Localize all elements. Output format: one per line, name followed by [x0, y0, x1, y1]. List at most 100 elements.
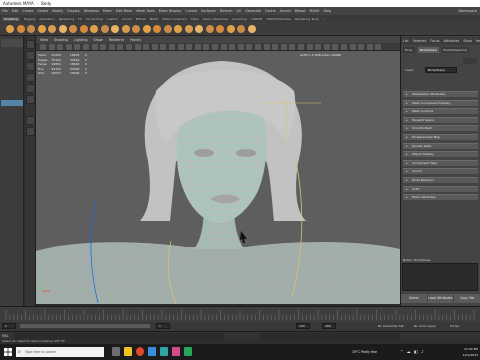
system-tray-icons[interactable]: ⌃ ☁ ◧ ♪: [400, 349, 425, 354]
viewport-toolbar-icon[interactable]: [186, 44, 193, 50]
viewport-toolbar-icon[interactable]: [255, 44, 261, 50]
workspace-selector[interactable]: Workspace: [458, 9, 480, 13]
ae-section-header[interactable]: Extra Attributes: [403, 194, 478, 201]
shelf-tab[interactable]: Arnold: [122, 17, 132, 21]
ae-menu-item[interactable]: Focus: [430, 39, 439, 43]
menu-item[interactable]: File: [2, 9, 8, 13]
viewport-toolbar-icon[interactable]: [280, 44, 287, 50]
sculpt-brush-icon[interactable]: [58, 25, 67, 33]
ae-menu-item[interactable]: Attributes: [444, 39, 460, 43]
store-icon[interactable]: [148, 347, 156, 356]
viewport-toolbar-icon[interactable]: [375, 44, 382, 50]
sculpt-brush-icon[interactable]: [247, 25, 256, 33]
ae-menu-item[interactable]: List: [403, 39, 409, 43]
viewport-toolbar-icon[interactable]: [298, 44, 304, 50]
task-view-icon[interactable]: [112, 347, 120, 356]
ae-button[interactable]: Copy Tab: [454, 294, 480, 303]
menu-item[interactable]: Modify: [52, 9, 63, 13]
maya-taskbar-icon[interactable]: [160, 347, 168, 356]
rotate-tool-icon[interactable]: [26, 84, 35, 93]
shelf-tab[interactable]: FX Caching: [86, 17, 103, 21]
layout-single-icon[interactable]: [26, 116, 35, 125]
viewport-toolbar-icon[interactable]: [108, 44, 115, 50]
start-frame-field[interactable]: 1: [2, 323, 16, 329]
sculpt-brush-icon[interactable]: [163, 25, 172, 33]
menu-item[interactable]: Edit Mesh: [116, 9, 133, 13]
viewport-toolbar-icon[interactable]: [100, 44, 107, 50]
sculpt-brush-icon[interactable]: [100, 25, 109, 33]
shelf-tab[interactable]: Animation: [39, 17, 54, 21]
viewport-menu-item[interactable]: Renderer: [109, 38, 124, 42]
viewport-menu-item[interactable]: Shading: [54, 38, 68, 42]
anim-layer[interactable]: No Anim Layer: [414, 323, 436, 329]
paint-select-icon[interactable]: [26, 62, 35, 71]
menu-item[interactable]: Mesh: [103, 9, 112, 13]
ae-section-header[interactable]: Node Behavior: [403, 177, 478, 183]
ae-menu-item[interactable]: Help: [476, 39, 480, 43]
sculpt-brush-icon[interactable]: [205, 25, 214, 33]
sculpt-brush-icon[interactable]: [69, 25, 77, 33]
viewport[interactable]: [36, 51, 400, 304]
ae-section-header[interactable]: Arnold: [403, 168, 478, 175]
viewport-toolbar-icon[interactable]: [40, 44, 46, 50]
sculpt-brush-icon[interactable]: [111, 25, 119, 33]
menu-item[interactable]: Generate: [245, 9, 261, 13]
viewport-toolbar-icon[interactable]: [48, 44, 55, 50]
shelf-tab[interactable]: Bifrost: [136, 17, 146, 21]
viewport-toolbar-icon[interactable]: [143, 44, 150, 50]
menu-item[interactable]: Cache: [265, 9, 276, 13]
file-explorer-icon[interactable]: [124, 347, 132, 356]
shelf-tab[interactable]: Grooming: [232, 17, 247, 21]
menu-item[interactable]: Create: [22, 9, 33, 13]
sculpt-brush-icon[interactable]: [174, 25, 182, 33]
viewport-toolbar-icon[interactable]: [289, 44, 296, 50]
ae-section-header[interactable]: Tessellation Attributes: [403, 91, 478, 97]
sculpt-brush-icon[interactable]: [121, 25, 130, 33]
sculpt-brush-icon[interactable]: [48, 25, 56, 33]
shelf-tab[interactable]: Rigging: [24, 17, 35, 21]
chrome-icon[interactable]: [136, 347, 144, 356]
viewport-toolbar-icon[interactable]: [332, 44, 339, 50]
scale-tool-icon[interactable]: [26, 95, 35, 104]
sculpt-brush-icon[interactable]: [195, 25, 203, 33]
select-tool-icon[interactable]: [26, 40, 35, 49]
layout-four-icon[interactable]: [26, 127, 35, 136]
focus-icons[interactable]: [463, 58, 477, 64]
menu-item[interactable]: Deform: [220, 9, 233, 13]
ae-section-header[interactable]: Object Display: [403, 151, 478, 158]
outliner-header[interactable]: [1, 39, 23, 47]
viewport-toolbar-icon[interactable]: [315, 44, 322, 50]
viewport-toolbar-icon[interactable]: [194, 44, 201, 50]
ae-section-header[interactable]: UUID: [403, 185, 478, 192]
shelf-tab[interactable]: ...: [323, 17, 326, 21]
weather-widget[interactable]: 19°C Partly fine: [352, 346, 377, 358]
shelf-tab[interactable]: Rendering: [59, 17, 74, 21]
sculpt-brush-icon[interactable]: [27, 25, 35, 33]
ae-section-header[interactable]: Component Tags: [403, 159, 478, 166]
viewport-toolbar-icon[interactable]: [341, 44, 347, 50]
viewport-toolbar-icon[interactable]: [117, 44, 124, 50]
viewport-toolbar-icon[interactable]: [126, 44, 132, 50]
sculpt-brush-icon[interactable]: [132, 25, 140, 33]
viewport-toolbar-icon[interactable]: [220, 44, 227, 50]
shelf-tab[interactable]: MASH: [150, 17, 159, 21]
shelf-tab[interactable]: Motion Graphics: [162, 17, 186, 21]
sculpt-brush-icon[interactable]: [37, 25, 46, 33]
out-frame-field[interactable]: 120: [296, 323, 310, 329]
menu-item[interactable]: MASH: [310, 9, 320, 13]
sculpt-brush-icon[interactable]: [16, 25, 25, 33]
shelf-tab[interactable]: XGen: [191, 17, 199, 21]
viewport-toolbar-icon[interactable]: [246, 44, 253, 50]
viewport-toolbar-icon[interactable]: [91, 44, 98, 50]
viewport-toolbar-icon[interactable]: [74, 44, 81, 50]
viewport-toolbar-icon[interactable]: [203, 44, 210, 50]
viewport-toolbar-icon[interactable]: [358, 44, 365, 50]
mesh-name-input[interactable]: BodyShape: [425, 67, 457, 73]
viewport-toolbar-icon[interactable]: [237, 44, 244, 50]
viewport-toolbar-icon[interactable]: [65, 44, 72, 50]
fps-rate[interactable]: 24 fps: [450, 323, 459, 329]
app2-icon[interactable]: [184, 347, 192, 356]
menu-item[interactable]: Windows: [84, 9, 99, 13]
viewport-menu-item[interactable]: View: [40, 38, 48, 42]
ae-section-header[interactable]: Tangent Space: [403, 116, 478, 123]
